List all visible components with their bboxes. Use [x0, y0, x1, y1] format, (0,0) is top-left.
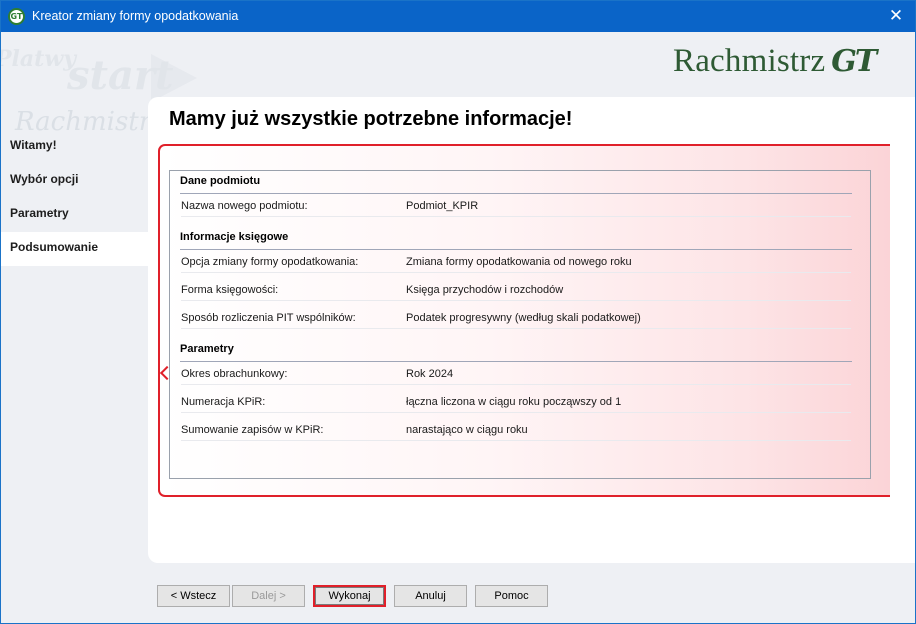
summary-row: Sumowanie zapisów w KPiR: narastająco w …: [181, 418, 851, 441]
summary-row: Okres obrachunkowy: Rok 2024: [181, 362, 851, 385]
row-value: Zmiana formy opodatkowania od nowego rok…: [406, 256, 632, 268]
summary-row: Sposób rozliczenia PIT wspólników: Podat…: [181, 306, 851, 329]
next-button[interactable]: Dalej >: [232, 585, 305, 607]
window-title: Kreator zmiany formy opodatkowania: [32, 9, 239, 23]
content-panel: Mamy już wszystkie potrzebne informacje!…: [148, 97, 915, 563]
section-heading: Dane podmiotu: [180, 175, 852, 194]
brand-logo: Rachmistrz GT: [673, 43, 877, 80]
step-parameters[interactable]: Parametry: [1, 198, 148, 232]
row-value: Rok 2024: [406, 368, 454, 380]
section-heading: Parametry: [180, 343, 852, 362]
section-heading: Informacje księgowe: [180, 231, 852, 250]
row-value: narastająco w ciągu roku: [406, 424, 528, 436]
help-button[interactable]: Pomoc: [475, 585, 548, 607]
step-summary[interactable]: Podsumowanie: [1, 232, 148, 266]
row-value: Podmiot_KPIR: [406, 200, 479, 212]
row-label: Nazwa nowego podmiotu:: [181, 200, 308, 212]
step-welcome[interactable]: Witamy!: [1, 130, 148, 164]
execute-button[interactable]: Wykonaj: [313, 585, 386, 607]
row-label: Opcja zmiany formy opodatkowania:: [181, 256, 359, 268]
button-bar: < Wstecz Dalej > Wykonaj Anuluj Pomoc: [1, 585, 915, 609]
title-bar: GT Kreator zmiany formy opodatkowania ✕: [1, 1, 915, 32]
app-logo-icon: GT: [8, 8, 25, 25]
summary-row: Numeracja KPiR: łączna liczona w ciągu r…: [181, 390, 851, 413]
wizard-steps-sidebar: Witamy! Wybór opcji Parametry Podsumowan…: [1, 130, 148, 266]
brand-name: Rachmistrz: [673, 43, 826, 79]
row-value: łączna liczona w ciągu roku począwszy od…: [406, 396, 622, 408]
cancel-button[interactable]: Anuluj: [394, 585, 467, 607]
summary-row: Forma księgowości: Księga przychodów i r…: [181, 278, 851, 301]
row-label: Sposób rozliczenia PIT wspólników:: [181, 312, 356, 324]
back-button[interactable]: < Wstecz: [157, 585, 230, 607]
row-label: Forma księgowości:: [181, 284, 279, 296]
row-value: Podatek progresywny (według skali podatk…: [406, 312, 641, 324]
watermark-text: Platwy: [1, 46, 77, 72]
row-label: Numeracja KPiR:: [181, 396, 266, 408]
row-value: Księga przychodów i rozchodów: [406, 284, 564, 296]
brand-suffix: GT: [831, 44, 877, 79]
page-title: Mamy już wszystkie potrzebne informacje!: [169, 108, 573, 130]
summary-row: Opcja zmiany formy opodatkowania: Zmiana…: [181, 250, 851, 273]
close-button[interactable]: ✕: [883, 4, 909, 28]
summary-row: Nazwa nowego podmiotu: Podmiot_KPIR: [181, 194, 851, 217]
step-options[interactable]: Wybór opcji: [1, 164, 148, 198]
row-label: Sumowanie zapisów w KPiR:: [181, 424, 324, 436]
row-label: Okres obrachunkowy:: [181, 368, 288, 380]
watermark-text: start: [67, 52, 174, 99]
wizard-window: GT Kreator zmiany formy opodatkowania ✕ …: [0, 0, 916, 624]
